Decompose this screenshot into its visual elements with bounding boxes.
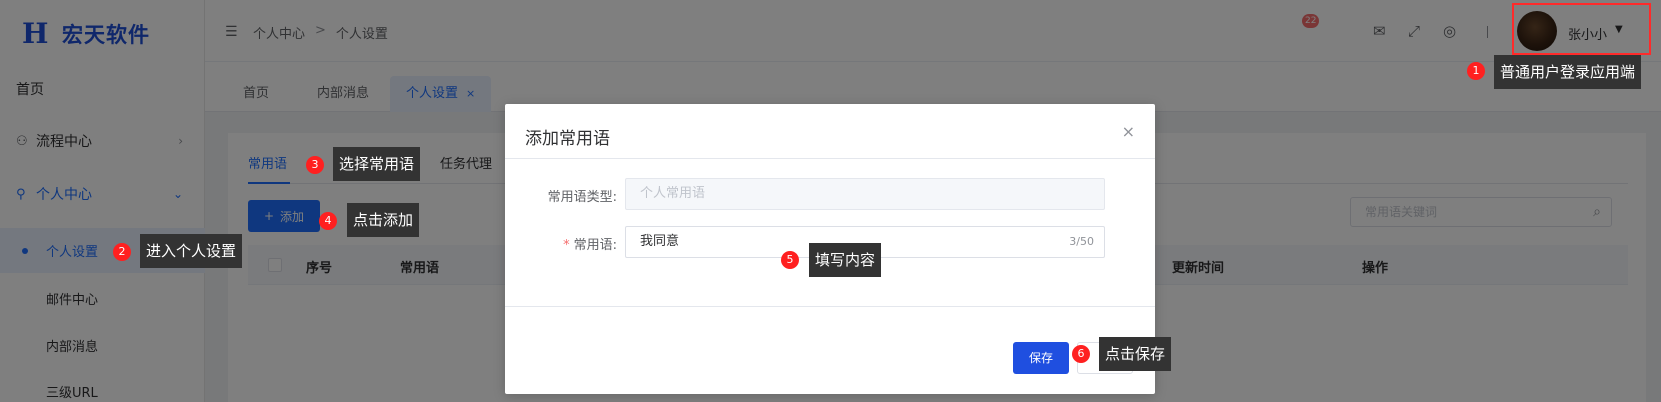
annotation-label: 进入个人设置 — [140, 234, 243, 268]
annotation-number: 1 — [1467, 62, 1485, 80]
phrase-value: 我同意 — [640, 234, 680, 249]
annotation-label: 选择常用语 — [333, 147, 421, 181]
annotation-number: 3 — [306, 156, 324, 174]
dialog-title: 添加常用语 — [525, 129, 610, 149]
annotation-number: 6 — [1072, 345, 1090, 363]
phrase-label-text: 常用语: — [573, 238, 617, 253]
annotation-number: 4 — [319, 212, 337, 230]
annotation-label: 点击添加 — [347, 203, 420, 237]
user-highlight-box — [1512, 3, 1651, 55]
phrase-type-field: 个人常用语 — [625, 178, 1105, 210]
annotation-number: 5 — [781, 251, 799, 269]
dialog-divider — [505, 158, 1155, 159]
annotation-number: 2 — [113, 243, 131, 261]
phrase-type-value: 个人常用语 — [640, 186, 706, 201]
required-mark: * — [563, 238, 570, 253]
phrase-type-label: 常用语类型: — [547, 190, 617, 205]
annotation-label: 填写内容 — [809, 243, 882, 277]
annotation-label: 普通用户登录应用端 — [1494, 55, 1642, 89]
phrase-label: * 常用语: — [527, 234, 617, 253]
annotation-label: 点击保存 — [1099, 337, 1172, 371]
char-counter: 3/50 — [1069, 235, 1094, 248]
save-button[interactable]: 保存 — [1013, 342, 1069, 374]
dialog-footer-divider — [505, 306, 1155, 307]
close-icon[interactable]: × — [1122, 122, 1135, 141]
